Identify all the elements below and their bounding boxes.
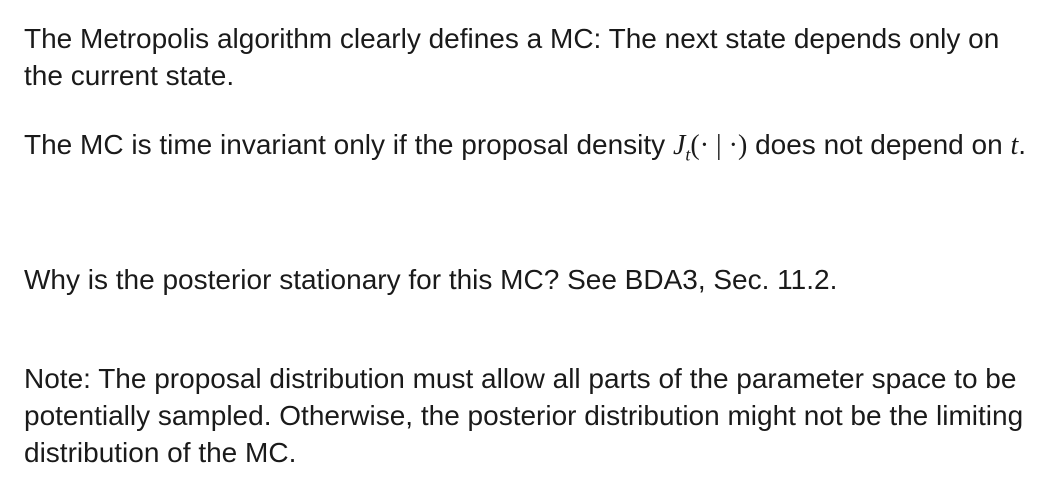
paragraph-markov-chain: The Metropolis algorithm clearly defines… [24,23,1000,91]
paragraph-stationarity-question: Why is the posterior stationary for this… [24,264,838,295]
proposal-density-formula: Jt(· | ·) [672,130,748,164]
paragraph-time-invariance: The MC is time invariant only if the pro… [24,126,1044,164]
proposal-density-symbol: J [672,130,686,161]
paragraph-note: Note: The proposal distribution must all… [24,363,1024,468]
slide: The Metropolis algorithm clearly defines… [0,0,1054,501]
paragraph-time-invariance-text: The MC is time invariant only if the pro… [24,129,673,160]
paragraph-time-invariance-end: . [1018,129,1026,160]
proposal-density-args: (· | ·) [690,130,748,161]
paragraph-time-invariance-text-2: does not depend on [747,129,1011,160]
